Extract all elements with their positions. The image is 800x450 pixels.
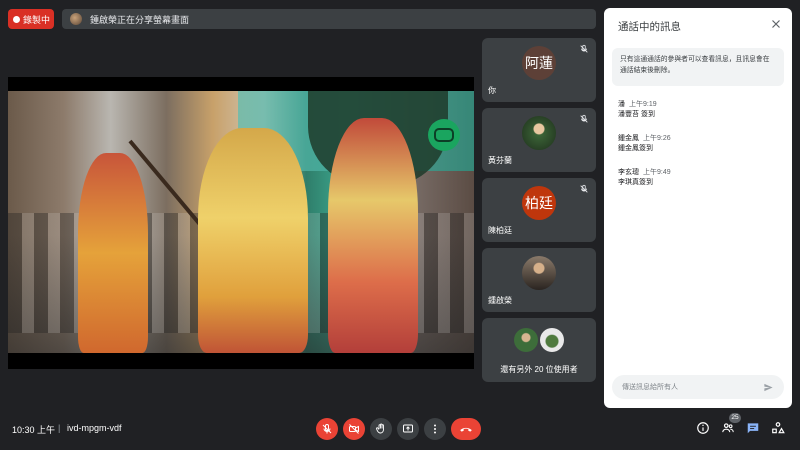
participant-tile[interactable]: 黃芬蘭 — [482, 108, 596, 172]
chat-message: 李玄璁 上午9:49 李琪真簽到 — [618, 168, 778, 188]
avatar: 柏廷 — [522, 186, 556, 220]
meeting-clock: 10:30 上午 — [12, 425, 56, 435]
show-everyone-button[interactable] — [721, 421, 735, 435]
people-icon — [722, 423, 734, 433]
chat-message-input[interactable] — [612, 375, 784, 399]
activities-button[interactable] — [771, 421, 785, 435]
presentation-stage — [8, 77, 474, 369]
participant-tile[interactable]: 柏廷 陳柏廷 — [482, 178, 596, 242]
participant-tile[interactable]: 阿蓮 你 — [482, 38, 596, 102]
recording-label: 錄製中 — [23, 14, 51, 25]
leave-call-button[interactable] — [451, 418, 481, 440]
mic-off-icon — [580, 44, 588, 53]
chat-panel-title: 通話中的訊息 — [618, 21, 681, 33]
more-participants-tile[interactable]: 還有另外 20 位使用者 — [482, 318, 596, 382]
more-options-icon — [434, 424, 436, 434]
shared-screen-video — [8, 91, 474, 353]
screen-share-banner: 鍾啟榮正在分享螢幕畫面 — [62, 9, 596, 29]
more-options-button[interactable] — [424, 418, 446, 440]
message-text: 潘豐苔 簽到 — [618, 111, 655, 118]
chat-privacy-note: 只有這通通話的參與者可以查看訊息，且訊息會在通話結束後刪除。 — [612, 48, 784, 86]
presenter-avatar — [70, 13, 82, 25]
chat-panel: 通話中的訊息 只有這通通話的參與者可以查看訊息，且訊息會在通話結束後刪除。 潘上… — [604, 8, 792, 408]
send-icon[interactable] — [763, 382, 774, 393]
activities-icon — [772, 422, 785, 434]
end-call-icon — [460, 427, 472, 432]
avatar: 阿蓮 — [522, 46, 556, 80]
avatar — [514, 328, 538, 352]
message-sender: 鍾金鳳 — [618, 135, 639, 142]
message-time: 上午9:26 — [643, 135, 671, 142]
chat-with-everyone-button[interactable] — [746, 421, 760, 435]
close-chat-button[interactable] — [770, 18, 782, 30]
participant-name: 鍾啟榮 — [488, 296, 512, 305]
avatar — [522, 256, 556, 290]
recording-badge: 錄製中 — [8, 9, 54, 29]
close-icon — [772, 20, 780, 28]
video-watermark-logo — [428, 119, 460, 151]
more-participants-label: 還有另外 20 位使用者 — [500, 365, 578, 374]
present-screen-icon — [403, 424, 413, 433]
avatar — [522, 116, 556, 150]
toggle-camera-button[interactable] — [343, 418, 365, 440]
chat-message: 潘上午9:19 潘豐苔 簽到 — [618, 100, 778, 120]
chat-icon — [747, 423, 759, 434]
message-sender: 李玄璁 — [618, 169, 639, 176]
screen-share-text: 鍾啟榮正在分享螢幕畫面 — [90, 14, 190, 25]
raise-hand-button[interactable] — [370, 418, 392, 440]
camera-off-icon — [349, 424, 359, 434]
message-text: 李琪真簽到 — [618, 179, 653, 186]
chat-message: 鍾金鳳 上午9:26 鍾金鳳簽到 — [618, 134, 778, 154]
recording-dot-icon — [13, 15, 20, 23]
mic-off-icon — [322, 423, 332, 434]
avatar — [540, 328, 564, 352]
present-now-button[interactable] — [397, 418, 419, 440]
toggle-mic-button[interactable] — [316, 418, 338, 440]
raise-hand-icon — [376, 423, 384, 434]
participant-name: 黃芬蘭 — [488, 156, 512, 165]
mic-off-icon — [580, 184, 588, 193]
meeting-code: ivd-mpgm-vdf — [67, 423, 122, 433]
message-text: 鍾金鳳簽到 — [618, 145, 653, 152]
info-icon — [697, 422, 709, 434]
message-time: 上午9:19 — [629, 101, 657, 108]
participant-tile[interactable]: 鍾啟榮 — [482, 248, 596, 312]
message-sender: 潘 — [618, 101, 625, 108]
participant-name: 你 — [488, 86, 496, 95]
message-time: 上午9:49 — [643, 169, 671, 176]
others-avatars — [514, 328, 564, 352]
meeting-details-button[interactable] — [696, 421, 710, 435]
footer-separator: | — [58, 423, 61, 433]
participant-name: 陳柏廷 — [488, 226, 512, 235]
mic-off-icon — [580, 114, 588, 123]
